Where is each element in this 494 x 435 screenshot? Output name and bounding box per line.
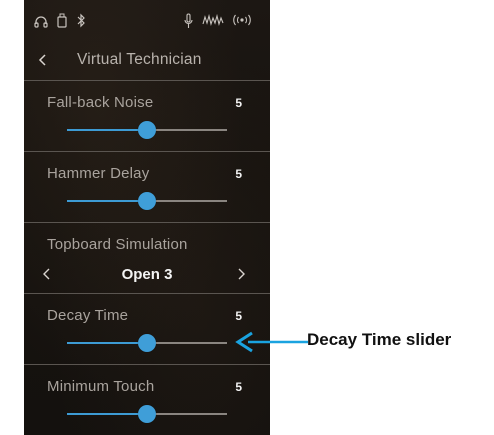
setting-label: Decay Time	[47, 307, 129, 324]
setting-value: 5	[235, 167, 242, 181]
back-button[interactable]	[34, 50, 52, 70]
setting-label: Fall-back Noise	[47, 94, 154, 111]
usb-icon	[57, 13, 67, 28]
setting-row-minimum-touch: Minimum Touch 5	[24, 365, 270, 435]
page-title: Virtual Technician	[77, 51, 202, 68]
slider-fill	[67, 413, 147, 415]
slider-thumb[interactable]	[138, 405, 156, 423]
slider-thumb[interactable]	[138, 334, 156, 352]
setting-row-topboard-simulation: Topboard Simulation Open 3	[24, 223, 270, 294]
callout-label: Decay Time slider	[307, 330, 452, 349]
piano-screen: Virtual Technician Fall-back Noise 5 Ham…	[24, 0, 270, 435]
microphone-icon	[184, 13, 193, 28]
setting-value: 5	[235, 96, 242, 110]
slider-thumb[interactable]	[138, 192, 156, 210]
slider-fill	[67, 129, 147, 131]
setting-row-fallback-noise: Fall-back Noise 5	[24, 81, 270, 152]
hammer-delay-slider[interactable]	[67, 192, 227, 210]
setting-label: Topboard Simulation	[47, 236, 188, 253]
wireless-icon	[233, 14, 251, 26]
figure: Virtual Technician Fall-back Noise 5 Ham…	[0, 0, 494, 435]
setting-label: Hammer Delay	[47, 165, 150, 182]
slider-fill	[67, 200, 147, 202]
headphones-icon	[34, 16, 48, 28]
header: Virtual Technician	[24, 40, 270, 81]
setting-value: 5	[235, 380, 242, 394]
bluetooth-icon	[77, 13, 85, 28]
callout-arrow-icon	[235, 331, 308, 353]
setting-label: Minimum Touch	[47, 378, 155, 395]
chevron-right-icon	[238, 268, 245, 280]
setting-value: 5	[235, 309, 242, 323]
decay-time-slider[interactable]	[67, 334, 227, 352]
chevron-left-icon	[38, 54, 46, 66]
topboard-next-button[interactable]	[234, 265, 248, 283]
fallback-noise-slider[interactable]	[67, 121, 227, 139]
minimum-touch-slider[interactable]	[67, 405, 227, 423]
status-bar	[24, 0, 270, 40]
wave-signal-icon	[202, 14, 224, 26]
slider-thumb[interactable]	[138, 121, 156, 139]
slider-fill	[67, 342, 147, 344]
setting-row-hammer-delay: Hammer Delay 5	[24, 152, 270, 223]
